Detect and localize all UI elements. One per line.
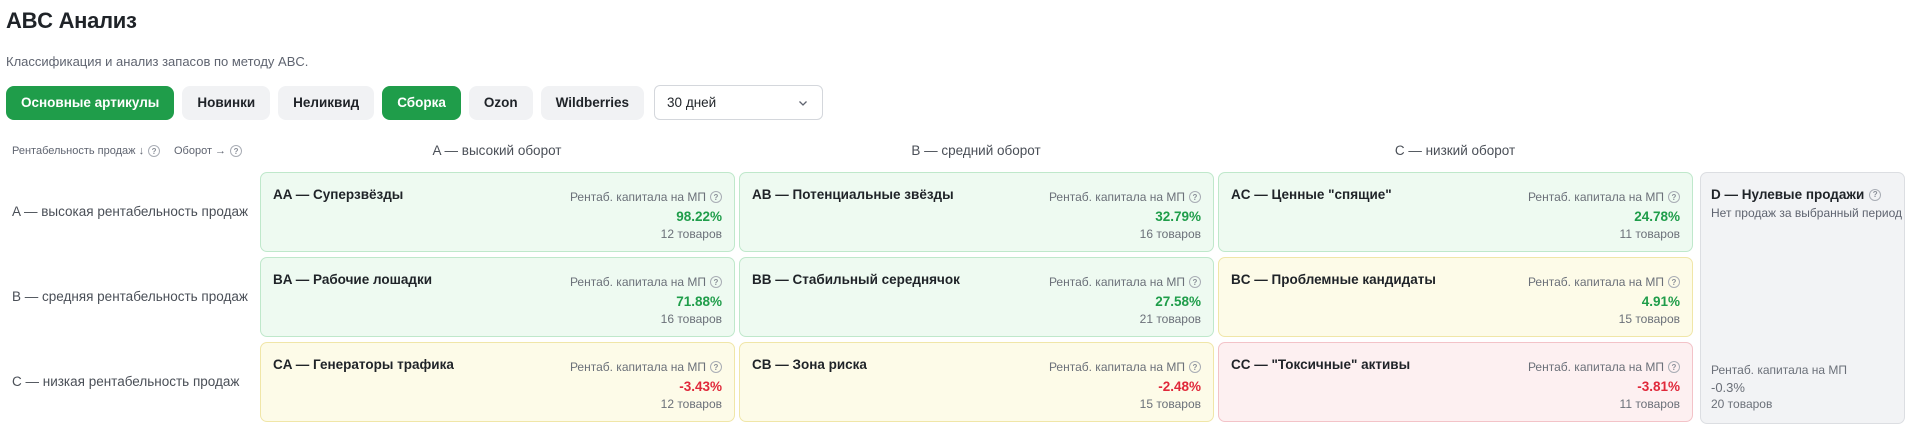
cell-title: CA — Генераторы трафика (273, 357, 454, 372)
help-icon[interactable]: ? (710, 276, 722, 288)
cell-metric: Рентаб. капитала на МП? (1049, 275, 1201, 289)
cell-count: 12 товаров (660, 227, 722, 241)
cell-count: 11 товаров (1619, 227, 1680, 241)
zero-sales-title: D — Нулевые продажи (1711, 187, 1865, 202)
help-icon[interactable]: ? (710, 191, 722, 203)
axis-row-header: Рентабельность продаж ↓ ? (12, 145, 161, 157)
abc-cell-bb[interactable]: BB — Стабильный середнячок Рентаб. капит… (739, 257, 1214, 337)
help-icon[interactable]: ? (148, 145, 161, 157)
chip-ozon[interactable]: Ozon (468, 85, 533, 120)
cell-count: 16 товаров (1139, 227, 1201, 241)
cell-value: 24.78% (1634, 209, 1680, 224)
chip-assembly[interactable]: Сборка (382, 85, 461, 120)
row-header-c: C — низкая рентабельность продаж (12, 374, 240, 389)
cell-title: AA — Суперзвёзды (273, 187, 404, 202)
cell-metric: Рентаб. капитала на МП? (570, 190, 722, 204)
help-icon[interactable]: ? (710, 361, 722, 373)
axis-row-label: Рентабельность продаж ↓ (12, 145, 145, 157)
cell-metric-label: Рентаб. капитала на МП (569, 190, 706, 204)
cell-metric-label: Рентаб. капитала на МП (1527, 275, 1664, 289)
help-icon[interactable]: ? (1189, 276, 1201, 288)
abc-cell-bc[interactable]: BC — Проблемные кандидаты Рентаб. капита… (1218, 257, 1693, 337)
cell-value: -3.43% (679, 379, 722, 394)
abc-cell-cb[interactable]: CB — Зона риска Рентаб. капитала на МП? … (739, 342, 1214, 422)
cell-metric: Рентаб. капитала на МП? (570, 275, 722, 289)
cell-count: 15 товаров (1139, 397, 1201, 411)
period-select[interactable]: 30 дней (654, 85, 824, 120)
chip-illiquid[interactable]: Неликвид (278, 85, 375, 120)
cell-metric-label: Рентаб. капитала на МП (569, 275, 706, 289)
cell-count: 21 товаров (1139, 312, 1201, 326)
row-header-a: A — высокая рентабельность продаж (12, 204, 249, 219)
row-header-b: B — средняя рентабельность продаж (12, 289, 248, 304)
abc-cell-ac[interactable]: AC — Ценные "спящие" Рентаб. капитала на… (1218, 172, 1693, 252)
cell-title: AB — Потенциальные звёзды (752, 187, 954, 202)
cell-value: -0.3% (1711, 380, 1745, 395)
cell-value: 71.88% (676, 294, 722, 309)
abc-cell-ab[interactable]: AB — Потенциальные звёзды Рентаб. капита… (739, 172, 1214, 252)
cell-count: 16 товаров (660, 312, 722, 326)
axis-col-header: Оборот → ? (174, 145, 243, 157)
cell-value: 32.79% (1155, 209, 1201, 224)
zero-sales-subtitle: Нет продаж за выбранный период (1711, 206, 1902, 220)
cell-metric-label: Рентаб. капитала на МП (1048, 190, 1185, 204)
chip-new[interactable]: Новинки (182, 85, 271, 120)
cell-title: AC — Ценные "спящие" (1231, 187, 1392, 202)
cell-metric: Рентаб. капитала на МП? (570, 360, 722, 374)
cell-count: 15 товаров (1618, 312, 1680, 326)
help-icon[interactable]: ? (1869, 188, 1882, 201)
period-select-value: 30 дней (667, 95, 717, 110)
abc-cell-ca[interactable]: CA — Генераторы трафика Рентаб. капитала… (260, 342, 735, 422)
cell-metric: Рентаб. капитала на МП? (1049, 360, 1201, 374)
help-icon[interactable]: ? (1668, 361, 1680, 373)
cell-title: CB — Зона риска (752, 357, 867, 372)
cell-metric-label: Рентаб. капитала на МП (1048, 275, 1185, 289)
help-icon[interactable]: ? (1189, 191, 1201, 203)
cell-title: BB — Стабильный середнячок (752, 272, 960, 287)
chip-main-articles[interactable]: Основные артикулы (6, 85, 175, 120)
chip-wildberries[interactable]: Wildberries (540, 85, 645, 120)
cell-count: 12 товаров (660, 397, 722, 411)
cell-count: 20 товаров (1711, 397, 1773, 411)
cell-metric: Рентаб. капитала на МП? (1528, 190, 1680, 204)
help-icon[interactable]: ? (1189, 361, 1201, 373)
page-subtitle: Классификация и анализ запасов по методу… (6, 54, 309, 69)
cell-count: 11 товаров (1619, 397, 1680, 411)
cell-value: 98.22% (676, 209, 722, 224)
chevron-down-icon (796, 96, 810, 110)
cell-metric-label: Рентаб. капитала на МП (1048, 360, 1185, 374)
cell-metric-label: Рентаб. капитала на МП (1527, 190, 1664, 204)
cell-metric-label: Рентаб. капитала на МП (1527, 360, 1664, 374)
page-title: ABC Анализ (6, 8, 137, 33)
abc-cell-aa[interactable]: AA — Суперзвёзды Рентаб. капитала на МП?… (260, 172, 735, 252)
help-icon[interactable]: ? (1668, 191, 1680, 203)
cell-value: 4.91% (1641, 294, 1680, 309)
axis-col-label: Оборот → (174, 145, 227, 157)
cell-metric-label: Рентаб. капитала на МП (1711, 363, 1848, 377)
cell-title: D — Нулевые продажи ? (1711, 187, 1882, 202)
cell-metric-label: Рентаб. капитала на МП (569, 360, 706, 374)
abc-cell-d-zero-sales[interactable]: D — Нулевые продажи ? Нет продаж за выбр… (1700, 172, 1905, 424)
cell-metric: Рентаб. капитала на МП? (1528, 275, 1680, 289)
column-header-b: B — средний оборот (911, 143, 1041, 158)
help-icon[interactable]: ? (1668, 276, 1680, 288)
column-header-a: A — высокий оборот (432, 143, 562, 158)
abc-cell-ba[interactable]: BA — Рабочие лошадки Рентаб. капитала на… (260, 257, 735, 337)
cell-title: BC — Проблемные кандидаты (1231, 272, 1436, 287)
cell-value: 27.58% (1155, 294, 1201, 309)
abc-cell-cc[interactable]: CC — "Токсичные" активы Рентаб. капитала… (1218, 342, 1693, 422)
column-header-c: C — низкий оборот (1394, 143, 1516, 158)
filter-toolbar: Основные артикулы Новинки Неликвид Сборк… (6, 85, 824, 120)
cell-value: -3.81% (1637, 379, 1680, 394)
cell-title: CC — "Токсичные" активы (1231, 357, 1411, 372)
cell-value: -2.48% (1158, 379, 1201, 394)
cell-metric: Рентаб. капитала на МП? (1528, 360, 1680, 374)
cell-title: BA — Рабочие лошадки (273, 272, 433, 287)
cell-metric: Рентаб. капитала на МП? (1049, 190, 1201, 204)
help-icon[interactable]: ? (230, 145, 243, 157)
